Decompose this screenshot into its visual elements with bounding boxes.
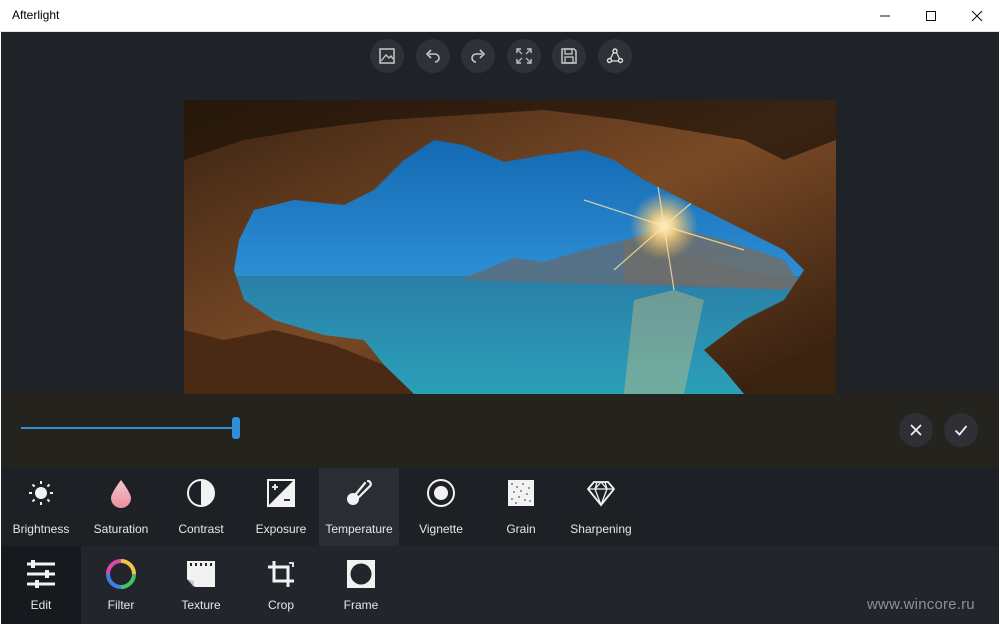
tool-label: Temperature (325, 522, 393, 536)
apply-button[interactable] (944, 413, 978, 447)
nav-frame[interactable]: Frame (321, 546, 401, 624)
tool-sharpening[interactable]: Sharpening (561, 468, 641, 546)
nav-label: Crop (267, 598, 294, 612)
crop-icon (268, 561, 294, 587)
nav-texture[interactable]: Texture (161, 546, 241, 624)
tool-saturation[interactable]: Saturation (81, 468, 161, 546)
vignette-icon (427, 479, 455, 507)
compare-button[interactable] (370, 39, 404, 73)
redo-icon (471, 49, 486, 63)
cave-sea-photo (184, 100, 836, 394)
maximize-button[interactable] (908, 0, 954, 32)
image-compare-icon (379, 48, 395, 64)
tool-label: Sharpening (570, 522, 632, 536)
exposure-icon (267, 479, 295, 507)
close-icon (971, 10, 983, 22)
tool-label: Grain (506, 522, 536, 536)
photo-canvas[interactable] (184, 100, 836, 394)
share-icon (606, 48, 624, 64)
title-bar: Afterlight (0, 0, 1000, 32)
sun-icon (29, 481, 53, 505)
tool-label: Brightness (12, 522, 70, 536)
share-button[interactable] (598, 39, 632, 73)
drop-icon (111, 480, 131, 508)
fullscreen-button[interactable] (507, 39, 541, 73)
tool-grain[interactable]: Grain (481, 468, 561, 546)
close-icon (910, 424, 922, 436)
diamond-icon (587, 481, 615, 507)
app-body: Brightness Saturation Contrast Exposure … (1, 32, 999, 624)
tool-temperature[interactable]: Temperature (319, 468, 399, 546)
save-button[interactable] (552, 39, 586, 73)
sliders-icon (27, 560, 55, 588)
grain-icon (508, 480, 534, 506)
adjustment-slider-thumb[interactable] (232, 417, 240, 439)
window-title: Afterlight (12, 8, 60, 22)
nav-label: Frame (343, 598, 379, 612)
film-icon (187, 561, 215, 587)
nav-label: Texture (181, 598, 221, 612)
nav-label: Edit (30, 598, 52, 612)
minimize-button[interactable] (862, 0, 908, 32)
minimize-icon (880, 15, 890, 17)
cancel-button[interactable] (899, 413, 933, 447)
tool-vignette[interactable]: Vignette (401, 468, 481, 546)
watermark-text: www.wincore.ru (867, 596, 975, 613)
save-icon (561, 48, 577, 64)
adjustment-slider-track[interactable] (21, 427, 236, 429)
check-icon (954, 425, 968, 436)
color-ring-icon (106, 559, 136, 589)
undo-button[interactable] (416, 39, 450, 73)
close-window-button[interactable] (954, 0, 1000, 32)
nav-label: Filter (107, 598, 135, 612)
tool-label: Exposure (255, 522, 307, 536)
adjust-tools-row: Brightness Saturation Contrast Exposure … (1, 468, 999, 546)
frame-icon (347, 560, 375, 588)
expand-icon (516, 48, 532, 64)
bottom-nav: Edit Filter Texture Crop Frame (1, 546, 999, 624)
tool-label: Saturation (93, 522, 149, 536)
maximize-icon (926, 11, 936, 21)
contrast-icon (187, 479, 215, 507)
redo-button[interactable] (461, 39, 495, 73)
nav-crop[interactable]: Crop (241, 546, 321, 624)
thermometer-icon (347, 479, 372, 505)
tool-label: Contrast (178, 522, 224, 536)
tool-contrast[interactable]: Contrast (161, 468, 241, 546)
tool-brightness[interactable]: Brightness (1, 468, 81, 546)
tool-label: Vignette (419, 522, 463, 536)
tool-exposure[interactable]: Exposure (241, 468, 321, 546)
undo-icon (425, 49, 440, 63)
nav-edit[interactable]: Edit (1, 546, 81, 624)
nav-filter[interactable]: Filter (81, 546, 161, 624)
adjustment-slider-panel (1, 394, 999, 468)
